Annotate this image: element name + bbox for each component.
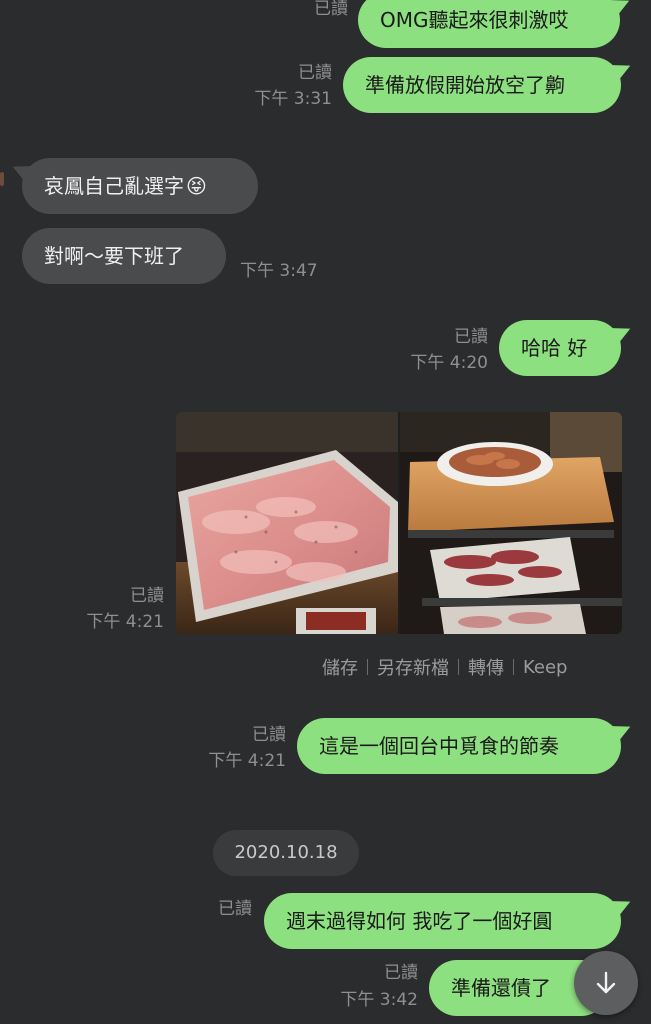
photo-action-bar: 儲存 另存新檔 轉傳 Keep [322,654,567,680]
message-bubble-outgoing[interactable]: 這是一個回台中覓食的節奏 [297,718,621,774]
message-bubble-outgoing[interactable]: 週末過得如何 我吃了一個好圓 [264,893,621,949]
message-text: 哈哈 好 [521,336,588,360]
message-time: 下午 3:42 [340,990,418,1010]
read-receipt: 已讀 [218,899,252,919]
message-time: 下午 4:21 [86,612,164,632]
save-button[interactable]: 儲存 [322,654,358,680]
message-text: 哀鳳自己亂選字 [44,174,184,198]
save-as-button[interactable]: 另存新檔 [377,654,449,680]
emoji-tongue-face: 😝 [186,174,207,198]
date-divider: 2020.10.18 [213,830,359,876]
message-bubble-outgoing[interactable]: 準備放假開始放空了齁 [343,57,621,113]
scroll-to-bottom-button[interactable] [574,951,638,1015]
message-text: 準備放假開始放空了齁 [365,73,565,97]
message-bubble-outgoing[interactable]: OMG聽起來很刺激哎 [358,0,620,48]
keep-button[interactable]: Keep [523,657,567,678]
message-text: 準備還債了 [451,976,551,1000]
read-receipt: 已讀 [454,327,488,347]
arrow-down-icon [596,971,616,994]
divider [513,659,514,675]
divider [458,659,459,675]
divider [367,659,368,675]
message-bubble-incoming[interactable]: 對啊～要下班了 [22,228,226,284]
message-time: 下午 4:20 [410,353,488,373]
photo-raw-meat-tray[interactable] [176,412,398,634]
photo-marinated-meat-stand[interactable] [400,412,622,634]
photo-album[interactable] [176,412,622,634]
message-text: 週末過得如何 我吃了一個好圓 [286,909,553,933]
message-bubble-incoming[interactable]: 哀鳳自己亂選字 😝 [22,158,258,214]
read-receipt: 已讀 [252,725,286,745]
message-bubble-outgoing[interactable]: 哈哈 好 [499,320,621,376]
message-text: OMG聽起來很刺激哎 [380,8,569,32]
read-receipt: 已讀 [314,0,348,19]
message-text: 這是一個回台中覓食的節奏 [319,734,559,758]
message-time: 下午 4:21 [208,751,286,771]
message-text: 對啊～要下班了 [44,244,184,268]
message-time: 下午 3:47 [240,261,318,281]
message-time: 下午 3:31 [254,89,332,109]
forward-button[interactable]: 轉傳 [468,654,504,680]
read-receipt: 已讀 [298,63,332,83]
avatar-edge [0,172,4,186]
read-receipt: 已讀 [130,586,164,606]
read-receipt: 已讀 [384,963,418,983]
